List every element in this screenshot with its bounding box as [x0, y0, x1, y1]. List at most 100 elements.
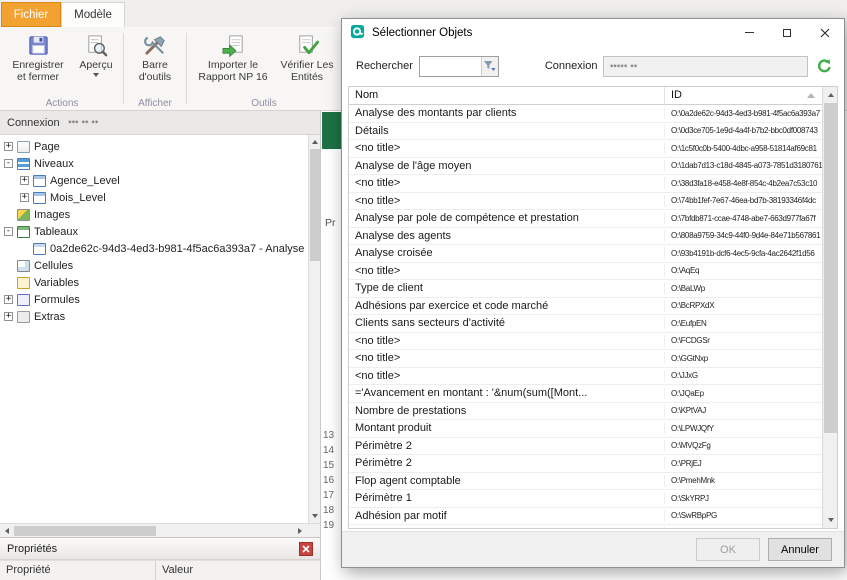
object-id-cell: O:\SwRBpPG	[665, 511, 837, 520]
tree-item[interactable]: + Mois_Level	[0, 189, 308, 206]
tree-horizontal-scrollbar[interactable]	[0, 523, 321, 537]
table-vertical-scrollbar[interactable]	[822, 87, 837, 528]
extras-icon	[17, 311, 30, 323]
connection-bar-value[interactable]: ▪▪▪ ▪▪ ▪▪	[69, 119, 99, 126]
search-input[interactable]	[420, 57, 481, 76]
tab-modele[interactable]: Modèle	[61, 2, 125, 27]
table-row[interactable]: <no title> O:\AqEq	[349, 263, 837, 281]
table-row[interactable]: Détails O:\0d3ce705-1e9d-4a4f-b7b2-bbc0d…	[349, 123, 837, 141]
expander-icon[interactable]: +	[20, 176, 29, 185]
table-row[interactable]: <no title> O:\38d3fa18-e458-4e8f-854c-4b…	[349, 175, 837, 193]
table-row[interactable]: Périmètre 2 O:\MVQzFg	[349, 438, 837, 456]
table-row[interactable]: Type de client O:\BaLWp	[349, 280, 837, 298]
table-row[interactable]: <no title> O:\TETT-T	[349, 525, 837, 528]
tree-vertical-scrollbar[interactable]	[309, 135, 321, 523]
scrollbar-thumb[interactable]	[824, 103, 837, 433]
expander-icon[interactable]: +	[20, 193, 29, 202]
table-row[interactable]: Analyse des montants par clients O:\0a2d…	[349, 105, 837, 123]
table-row[interactable]: Analyse de l'âge moyen O:\1dab7d13-c18d-…	[349, 158, 837, 176]
table-row[interactable]: Clients sans secteurs d'activité O:\Eufp…	[349, 315, 837, 333]
sort-ascending-icon	[807, 93, 815, 98]
table-row[interactable]: Adhésion par motif O:\SwRBpPG	[349, 508, 837, 526]
levels-icon	[17, 158, 30, 170]
tree-item[interactable]: + Page	[0, 138, 308, 155]
verify-entities-button[interactable]: Vérifier Les Entités	[276, 28, 338, 94]
expander-icon[interactable]: -	[4, 159, 13, 168]
tree-item[interactable]: Cellules	[0, 257, 308, 274]
scrollbar-thumb[interactable]	[310, 149, 320, 261]
expander-icon[interactable]: +	[4, 312, 13, 321]
cells-icon	[17, 260, 30, 272]
table-row[interactable]: Analyse des agents O:\808a9759-34c9-44f0…	[349, 228, 837, 246]
table-row[interactable]: Analyse par pole de compétence et presta…	[349, 210, 837, 228]
scroll-up-arrow-icon[interactable]	[309, 136, 321, 148]
sheet-row-number: 15	[323, 458, 334, 473]
table-row[interactable]: <no title> O:\FCDGSr	[349, 333, 837, 351]
scroll-right-arrow-icon[interactable]	[294, 524, 306, 537]
table-icon	[33, 243, 46, 255]
save-and-close-button[interactable]: Enregistrer et fermer	[4, 28, 72, 94]
tree-item[interactable]: - Niveaux	[0, 155, 308, 172]
expander-icon[interactable]: +	[4, 295, 13, 304]
tree-item[interactable]: - Tableaux	[0, 223, 308, 240]
table-row[interactable]: Adhésions par exercice et code marché O:…	[349, 298, 837, 316]
cancel-button[interactable]: Annuler	[768, 538, 832, 561]
expander-icon[interactable]: -	[4, 227, 13, 236]
sheet-row-number: 17	[323, 488, 334, 503]
preview-button[interactable]: Aperçu	[72, 28, 120, 94]
close-icon	[820, 28, 830, 38]
column-header-nom[interactable]: Nom	[349, 87, 665, 104]
import-report-button[interactable]: Importer le Rapport NP 16	[190, 28, 276, 94]
column-header-propriete[interactable]: Propriété	[0, 561, 156, 580]
close-icon[interactable]	[299, 542, 313, 556]
table-row[interactable]: <no title> O:\GGtNxp	[349, 350, 837, 368]
minimize-button[interactable]	[730, 19, 768, 46]
column-header-valeur[interactable]: Valeur	[156, 561, 320, 580]
object-id-cell: O:\GGtNxp	[665, 354, 837, 363]
ribbon-group-label: Outils	[251, 96, 277, 110]
object-id-cell: O:\LPWJQfY	[665, 424, 837, 433]
filter-button[interactable]	[481, 57, 498, 76]
tree-item[interactable]: + Agence_Level	[0, 172, 308, 189]
object-name-cell: Clients sans secteurs d'activité	[349, 317, 665, 329]
table-row[interactable]: Flop agent comptable O:\PmehMnk	[349, 473, 837, 491]
connection-field[interactable]: ▪▪▪▪▪ ▪▪	[603, 56, 808, 77]
table-row[interactable]: Nombre de prestations O:\KPtVAJ	[349, 403, 837, 421]
table-row[interactable]: Montant produit O:\LPWJQfY	[349, 420, 837, 438]
sheet-row-number: 18	[323, 503, 334, 518]
close-button[interactable]	[806, 19, 844, 46]
tree-item[interactable]: + Extras	[0, 308, 308, 325]
table-row[interactable]: <no title> O:\JJxG	[349, 368, 837, 386]
tab-fichier[interactable]: Fichier	[1, 2, 61, 27]
ribbon-button-label: Importer le Rapport NP 16	[194, 59, 272, 84]
object-id-cell: O:\93b4191b-dcf6-4ec5-9cfa-4ac2642f1d56	[665, 249, 837, 258]
table-row[interactable]: Périmètre 2 O:\PRjEJ	[349, 455, 837, 473]
toolbar-button[interactable]: Barre d'outils	[127, 28, 183, 94]
scroll-down-arrow-icon[interactable]	[823, 514, 838, 526]
tree-item[interactable]: Variables	[0, 274, 308, 291]
dialog-title-bar[interactable]: Sélectionner Objets	[342, 19, 844, 46]
table-row[interactable]: <no title> O:\74bb1fef-7e67-46ea-bd7b-38…	[349, 193, 837, 211]
table-row[interactable]: <no title> O:\1c5f0c0b-5400-4dbc-a958-51…	[349, 140, 837, 158]
table-row[interactable]: Périmètre 1 O:\SkYRPJ	[349, 490, 837, 508]
scroll-up-arrow-icon[interactable]	[823, 89, 838, 101]
maximize-button[interactable]	[768, 19, 806, 46]
expander-icon[interactable]: +	[4, 142, 13, 151]
ok-button[interactable]: OK	[696, 538, 760, 561]
tree-item[interactable]: + Formules	[0, 291, 308, 308]
connection-bar-label: Connexion	[7, 117, 60, 129]
tree-item[interactable]: 0a2de62c-94d3-4ed3-b981-4f5ac6a393a7 - A…	[0, 240, 308, 257]
scrollbar-thumb[interactable]	[14, 526, 156, 536]
object-name-cell: Périmètre 2	[349, 457, 665, 469]
object-id-cell: O:\1dab7d13-c18d-4845-a073-7851d3180761	[665, 161, 837, 170]
scroll-left-arrow-icon[interactable]	[1, 524, 13, 537]
object-name-cell: Analyse des montants par clients	[349, 107, 665, 119]
tree-item-label: Formules	[34, 294, 80, 306]
tree-item[interactable]: Images	[0, 206, 308, 223]
refresh-connection-button[interactable]	[812, 54, 836, 78]
table-row[interactable]: ='Avancement en montant : '&num(sum([Mon…	[349, 385, 837, 403]
object-name-cell: Périmètre 1	[349, 492, 665, 504]
table-row[interactable]: Analyse croisée O:\93b4191b-dcf6-4ec5-9c…	[349, 245, 837, 263]
scroll-down-arrow-icon[interactable]	[309, 510, 321, 522]
object-name-cell: Analyse des agents	[349, 230, 665, 242]
